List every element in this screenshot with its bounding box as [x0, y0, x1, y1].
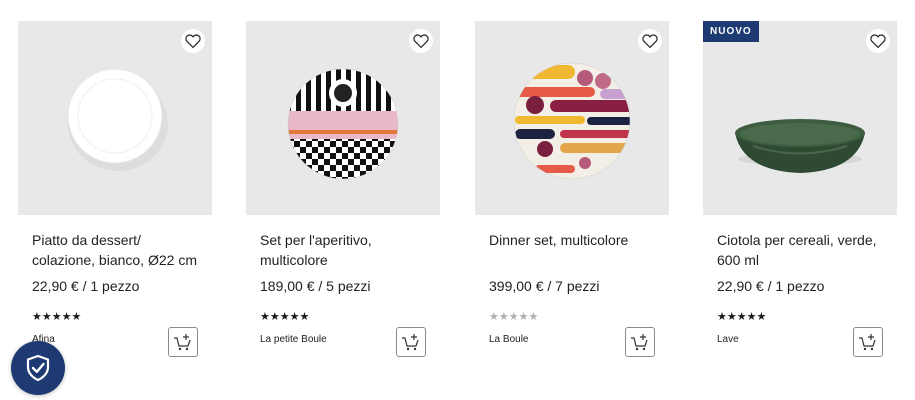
wishlist-button[interactable] — [638, 29, 662, 53]
green-bowl-image — [735, 119, 865, 173]
product-image[interactable] — [246, 21, 440, 215]
add-to-cart-button[interactable] — [853, 327, 883, 357]
cart-plus-icon — [859, 334, 876, 351]
product-price: 399,00 € / 7 pezzi — [489, 278, 600, 294]
product-image[interactable] — [18, 21, 212, 215]
heart-icon — [413, 34, 429, 49]
cart-plus-icon — [631, 334, 648, 351]
cart-plus-icon — [402, 334, 419, 351]
rating-stars: ★★★★★ — [717, 311, 767, 323]
product-price: 189,00 € / 5 pezzi — [260, 278, 371, 294]
product-image[interactable] — [475, 21, 669, 215]
product-name[interactable]: Piatto da dessert/ colazione, bianco, Ø2… — [32, 230, 207, 270]
dinner-ball-image — [513, 62, 631, 180]
shield-check-icon — [26, 354, 50, 382]
wishlist-button[interactable] — [409, 29, 433, 53]
product-brand: La petite Boule — [260, 334, 327, 345]
product-card[interactable]: Dinner set, multicolore 399,00 € / 7 pez… — [475, 21, 669, 400]
product-card[interactable]: Set per l'aperitivo, multicolore 189,00 … — [246, 21, 440, 400]
product-brand: La Boule — [489, 334, 529, 345]
product-name[interactable]: Set per l'aperitivo, multicolore — [260, 230, 435, 270]
wishlist-button[interactable] — [866, 29, 890, 53]
add-to-cart-button[interactable] — [168, 327, 198, 357]
product-name[interactable]: Ciotola per cereali, verde, 600 ml — [717, 230, 892, 270]
wishlist-button[interactable] — [181, 29, 205, 53]
product-price: 22,90 € / 1 pezzo — [717, 278, 825, 294]
product-brand: Lave — [717, 334, 739, 345]
plate-image — [67, 68, 168, 171]
heart-icon — [870, 34, 886, 49]
product-name[interactable]: Dinner set, multicolore — [489, 230, 664, 250]
aperitivo-ball-image — [287, 68, 399, 180]
cart-plus-icon — [174, 334, 191, 351]
heart-icon — [185, 34, 201, 49]
new-badge: NUOVO — [703, 21, 759, 42]
product-card[interactable]: NUOVO Ciotola per cereali, verde, 600 ml… — [703, 21, 897, 400]
heart-icon — [642, 34, 658, 49]
product-grid: Piatto da dessert/ colazione, bianco, Ø2… — [18, 21, 898, 400]
trust-badge-button[interactable] — [11, 341, 65, 395]
add-to-cart-button[interactable] — [625, 327, 655, 357]
product-image[interactable]: NUOVO — [703, 21, 897, 215]
product-price: 22,90 € / 1 pezzo — [32, 278, 140, 294]
rating-stars: ★★★★★ — [260, 311, 310, 323]
rating-stars: ★★★★★ — [489, 311, 539, 323]
rating-stars: ★★★★★ — [32, 311, 82, 323]
add-to-cart-button[interactable] — [396, 327, 426, 357]
